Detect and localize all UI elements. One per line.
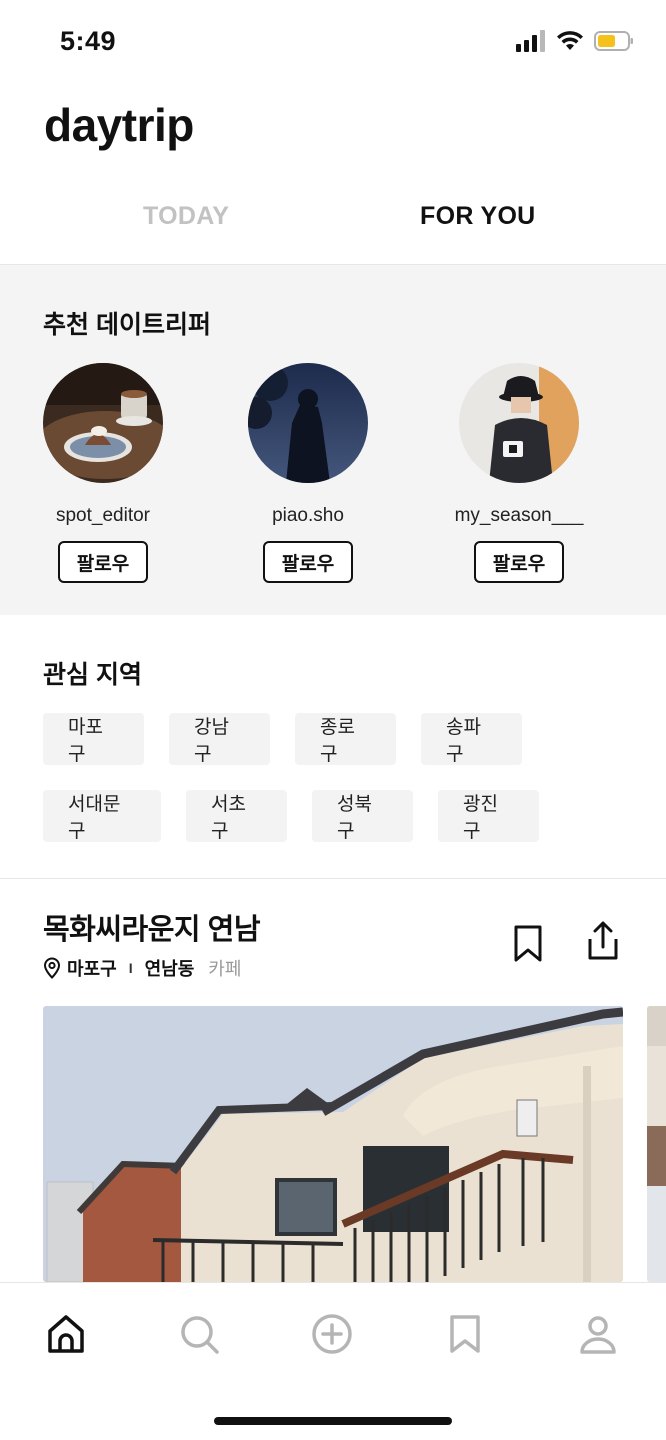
nav-add[interactable] — [309, 1311, 355, 1357]
place-photo-next[interactable] — [647, 1006, 666, 1282]
recommended-user-card: spot_editor 팔로우 — [3, 363, 203, 583]
wifi-icon — [557, 31, 583, 50]
nav-search[interactable] — [176, 1311, 222, 1357]
region-chip[interactable]: 송파구 — [421, 713, 522, 765]
status-bar: 5:49 — [0, 0, 666, 86]
recommended-user-card: piao.sho 팔로우 — [208, 363, 408, 583]
home-icon — [48, 1315, 84, 1353]
interest-regions-title: 관심 지역 — [43, 661, 142, 689]
share-button[interactable] — [584, 920, 622, 962]
cellular-signal-icon — [516, 30, 545, 52]
next-photo-preview — [647, 1006, 666, 1282]
bookmark-icon — [450, 1315, 480, 1353]
interest-regions-section: 관심 지역 마포구 강남구 종로구 송파구 서대문구 서초구 성북구 광진구 — [0, 615, 666, 879]
portrait-photo — [459, 363, 579, 483]
place-district: 마포구 — [67, 959, 117, 979]
cafe-photo — [43, 363, 163, 483]
tab-for-you[interactable]: FOR YOU — [420, 202, 536, 231]
nav-profile[interactable] — [575, 1311, 621, 1357]
region-chip[interactable]: 서대문구 — [43, 790, 161, 842]
search-icon — [181, 1316, 219, 1354]
bookmark-button[interactable] — [510, 924, 546, 964]
building-photo — [43, 1006, 623, 1282]
bookmark-icon — [514, 925, 542, 962]
status-time: 5:49 — [60, 26, 117, 56]
bottom-nav — [0, 1282, 666, 1440]
region-chip[interactable]: 강남구 — [169, 713, 270, 765]
username[interactable]: piao.sho — [208, 505, 408, 527]
share-icon — [588, 921, 618, 960]
place-category: 카페 — [208, 959, 242, 979]
tab-today[interactable]: TODAY — [143, 202, 229, 231]
username[interactable]: spot_editor — [3, 505, 203, 527]
app-title: daytrip — [44, 99, 194, 151]
region-chip[interactable]: 서초구 — [186, 790, 287, 842]
recommended-section: 추천 데이트리퍼 spot_editor 팔로우 piao.sho 팔로우 my… — [0, 265, 666, 615]
region-chip-row: 서대문구 서초구 성북구 광진구 — [43, 790, 539, 842]
battery-icon — [594, 31, 633, 51]
home-indicator[interactable] — [214, 1417, 452, 1425]
screen: 5:49 daytrip TODAY FOR YOU 추천 데이트리퍼 spot… — [0, 0, 666, 1440]
region-chip[interactable]: 성북구 — [312, 790, 413, 842]
recommended-user-card: my_season___ 팔로우 — [419, 363, 619, 583]
region-chip[interactable]: 마포구 — [43, 713, 144, 765]
avatar[interactable] — [248, 363, 368, 483]
silhouette-photo — [248, 363, 368, 483]
tab-bar: TODAY FOR YOU — [0, 188, 666, 265]
avatar[interactable] — [43, 363, 163, 483]
avatar[interactable] — [459, 363, 579, 483]
follow-button[interactable]: 팔로우 — [263, 541, 353, 583]
place-card: 목화씨라운지 연남 마포구 I 연남동 카페 — [0, 880, 666, 1282]
profile-icon — [580, 1316, 616, 1354]
location-pin-icon — [43, 957, 61, 979]
region-chip[interactable]: 광진구 — [438, 790, 539, 842]
recommended-title: 추천 데이트리퍼 — [43, 311, 211, 339]
place-neighborhood: 연남동 — [144, 959, 195, 979]
region-chip-row: 마포구 강남구 종로구 송파구 — [43, 713, 522, 765]
follow-button[interactable]: 팔로우 — [58, 541, 148, 583]
username[interactable]: my_season___ — [419, 505, 619, 527]
location-separator: I — [128, 960, 133, 976]
region-chip[interactable]: 종로구 — [295, 713, 396, 765]
follow-button[interactable]: 팔로우 — [474, 541, 564, 583]
add-circle-icon — [312, 1314, 352, 1354]
nav-bookmarks[interactable] — [442, 1311, 488, 1357]
place-photo[interactable] — [43, 1006, 623, 1282]
place-location: 마포구 I 연남동 카페 — [43, 955, 241, 981]
nav-home[interactable] — [43, 1311, 89, 1357]
place-name[interactable]: 목화씨라운지 연남 — [43, 906, 261, 948]
status-icons — [516, 30, 634, 52]
